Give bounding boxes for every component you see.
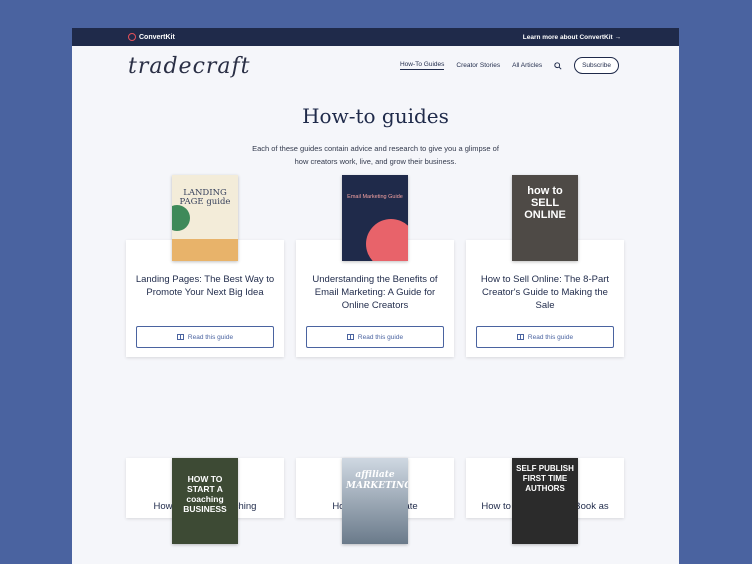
- cover-text: Email Marketing Guide: [347, 194, 403, 200]
- page-title: How-to guides: [302, 104, 449, 128]
- nav-all-articles[interactable]: All Articles: [512, 62, 542, 69]
- guide-card[interactable]: Email Marketing Guide Understanding the …: [296, 175, 454, 357]
- read-guide-label: Read this guide: [527, 333, 574, 341]
- cover-text: SELF PUBLISH FIRST TIME AUTHORS: [516, 464, 574, 493]
- guides-grid-row-1: LANDING PAGE guide Landing Pages: The Be…: [126, 175, 626, 357]
- convertkit-logo-icon: [128, 33, 136, 41]
- cover-text: LANDING PAGE guide: [179, 188, 231, 207]
- cover-text: HOW TO START A coaching BUSINESS: [183, 474, 227, 514]
- guide-title[interactable]: Understanding the Benefits of Email Mark…: [304, 273, 446, 312]
- brand-label: ConvertKit: [139, 33, 175, 41]
- subscribe-button[interactable]: Subscribe: [574, 57, 619, 74]
- read-guide-label: Read this guide: [357, 333, 404, 341]
- book-icon: [516, 334, 524, 340]
- cover-text: affiliate MARKETING: [346, 470, 408, 491]
- guide-cover[interactable]: HOW TO START A coaching BUSINESS: [172, 458, 238, 544]
- search-icon[interactable]: [554, 61, 562, 70]
- guide-cover[interactable]: LANDING PAGE guide: [172, 175, 238, 261]
- guide-cover[interactable]: Email Marketing Guide: [342, 175, 408, 261]
- nav-how-to-guides[interactable]: How-To Guides: [399, 61, 445, 70]
- site-header: tradecraft How-To Guides Creator Stories…: [72, 46, 679, 92]
- guide-cover[interactable]: how to SELL ONLINE: [512, 175, 578, 261]
- guide-cover[interactable]: affiliate MARKETING: [342, 458, 408, 544]
- guide-card[interactable]: affiliate MARKETING How to Start Affilia…: [296, 458, 454, 544]
- top-bar: ConvertKit Learn more about ConvertKit →: [72, 28, 679, 46]
- guide-card[interactable]: how to SELL ONLINE How to Sell Online: T…: [466, 175, 624, 357]
- guide-title[interactable]: How to Sell Online: The 8-Part Creator's…: [474, 273, 616, 312]
- book-icon: [346, 334, 354, 340]
- book-icon: [176, 334, 184, 340]
- tradecraft-logo[interactable]: tradecraft: [128, 54, 251, 79]
- guides-grid-row-2: HOW TO START A coaching BUSINESS How to …: [126, 458, 626, 544]
- learn-more-link[interactable]: Learn more about ConvertKit →: [523, 34, 621, 41]
- cover-text: how to SELL ONLINE: [524, 185, 566, 221]
- guide-card[interactable]: HOW TO START A coaching BUSINESS How to …: [126, 458, 284, 544]
- read-guide-label: Read this guide: [187, 333, 234, 341]
- guide-card[interactable]: SELF PUBLISH FIRST TIME AUTHORS How to S…: [466, 458, 624, 544]
- main-nav: How-To Guides Creator Stories All Articl…: [399, 57, 619, 74]
- convertkit-brand[interactable]: ConvertKit: [128, 33, 175, 41]
- browser-page: ConvertKit Learn more about ConvertKit →…: [72, 28, 679, 564]
- read-guide-button[interactable]: Read this guide: [136, 326, 274, 348]
- read-guide-button[interactable]: Read this guide: [476, 326, 614, 348]
- guide-cover[interactable]: SELF PUBLISH FIRST TIME AUTHORS: [512, 458, 578, 544]
- page-description: Each of these guides contain advice and …: [252, 144, 499, 166]
- hero-section: How-to guides Each of these guides conta…: [72, 104, 679, 168]
- guide-card[interactable]: LANDING PAGE guide Landing Pages: The Be…: [126, 175, 284, 357]
- read-guide-button[interactable]: Read this guide: [306, 326, 444, 348]
- guide-title[interactable]: Landing Pages: The Best Way to Promote Y…: [134, 273, 276, 299]
- nav-creator-stories[interactable]: Creator Stories: [456, 62, 500, 69]
